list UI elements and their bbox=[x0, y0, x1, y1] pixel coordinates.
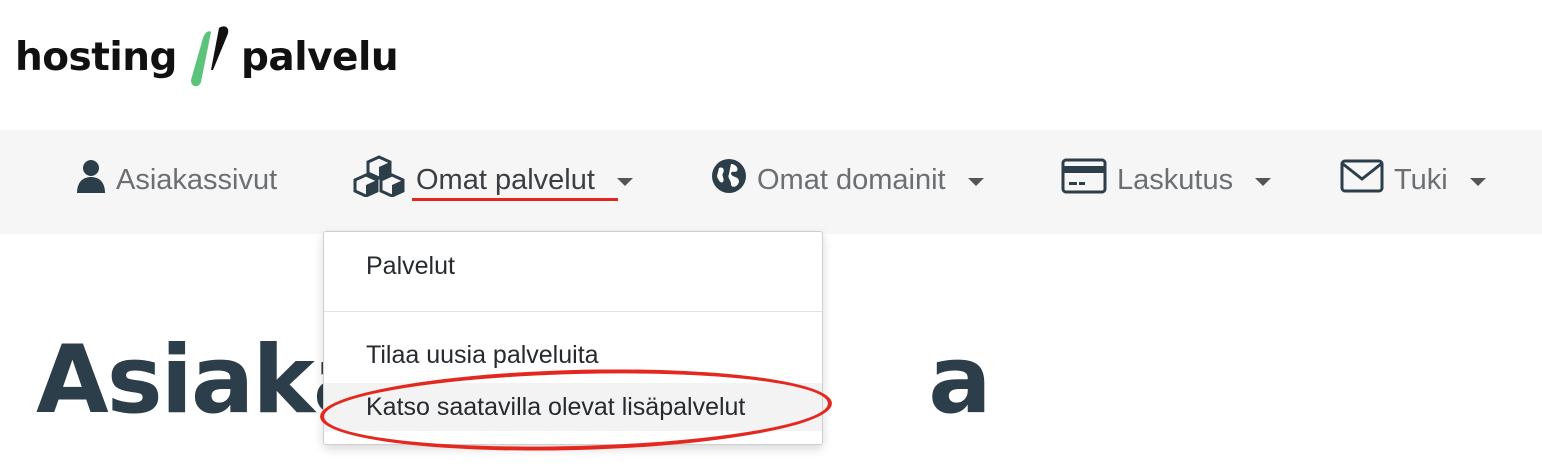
globe-icon bbox=[711, 158, 747, 202]
dropdown-item-tilaa-uusia-palveluita[interactable]: Tilaa uusia palveluita bbox=[324, 331, 822, 379]
chevron-down-icon bbox=[1469, 178, 1486, 186]
nav-label-tuki: Tuki bbox=[1394, 163, 1448, 196]
header: hosting palvelu bbox=[0, 0, 1542, 130]
dropdown-item-katso-lisapalvelut[interactable]: Katso saatavilla olevat lisäpalvelut bbox=[324, 383, 822, 431]
nav-label-omat-palvelut: Omat palvelut bbox=[416, 163, 595, 196]
chevron-down-icon bbox=[616, 178, 633, 186]
chevron-down-icon bbox=[1255, 178, 1272, 186]
logo-text-left: hosting bbox=[15, 34, 177, 80]
logo[interactable]: hosting palvelu bbox=[15, 22, 399, 92]
envelope-icon bbox=[1340, 159, 1384, 201]
dropdown-divider bbox=[324, 311, 822, 312]
chevron-down-icon bbox=[967, 178, 984, 186]
nav-label-asiakassivut: Asiakassivut bbox=[116, 163, 278, 196]
cubes-icon bbox=[352, 155, 406, 205]
nav-item-tuki[interactable]: Tuki bbox=[1340, 158, 1486, 202]
nav-label-laskutus: Laskutus bbox=[1117, 163, 1234, 196]
user-icon bbox=[76, 159, 106, 201]
logo-text-right: palvelu bbox=[240, 34, 399, 80]
nav-item-omat-palvelut[interactable]: Omat palvelut bbox=[352, 155, 633, 205]
logo-mark-icon bbox=[190, 26, 229, 87]
credit-card-icon bbox=[1061, 158, 1107, 202]
nav-item-asiakassivut[interactable]: Asiakassivut bbox=[76, 158, 277, 202]
nav-item-omat-domainit[interactable]: Omat domainit bbox=[711, 158, 984, 202]
omat-palvelut-dropdown-menu: Palvelut Tilaa uusia palveluita Katso sa… bbox=[323, 231, 823, 445]
dropdown-item-palvelut[interactable]: Palvelut bbox=[324, 242, 822, 290]
nav-item-laskutus[interactable]: Laskutus bbox=[1061, 158, 1272, 202]
nav-label-omat-domainit: Omat domainit bbox=[757, 163, 946, 196]
active-nav-underline bbox=[412, 198, 618, 201]
